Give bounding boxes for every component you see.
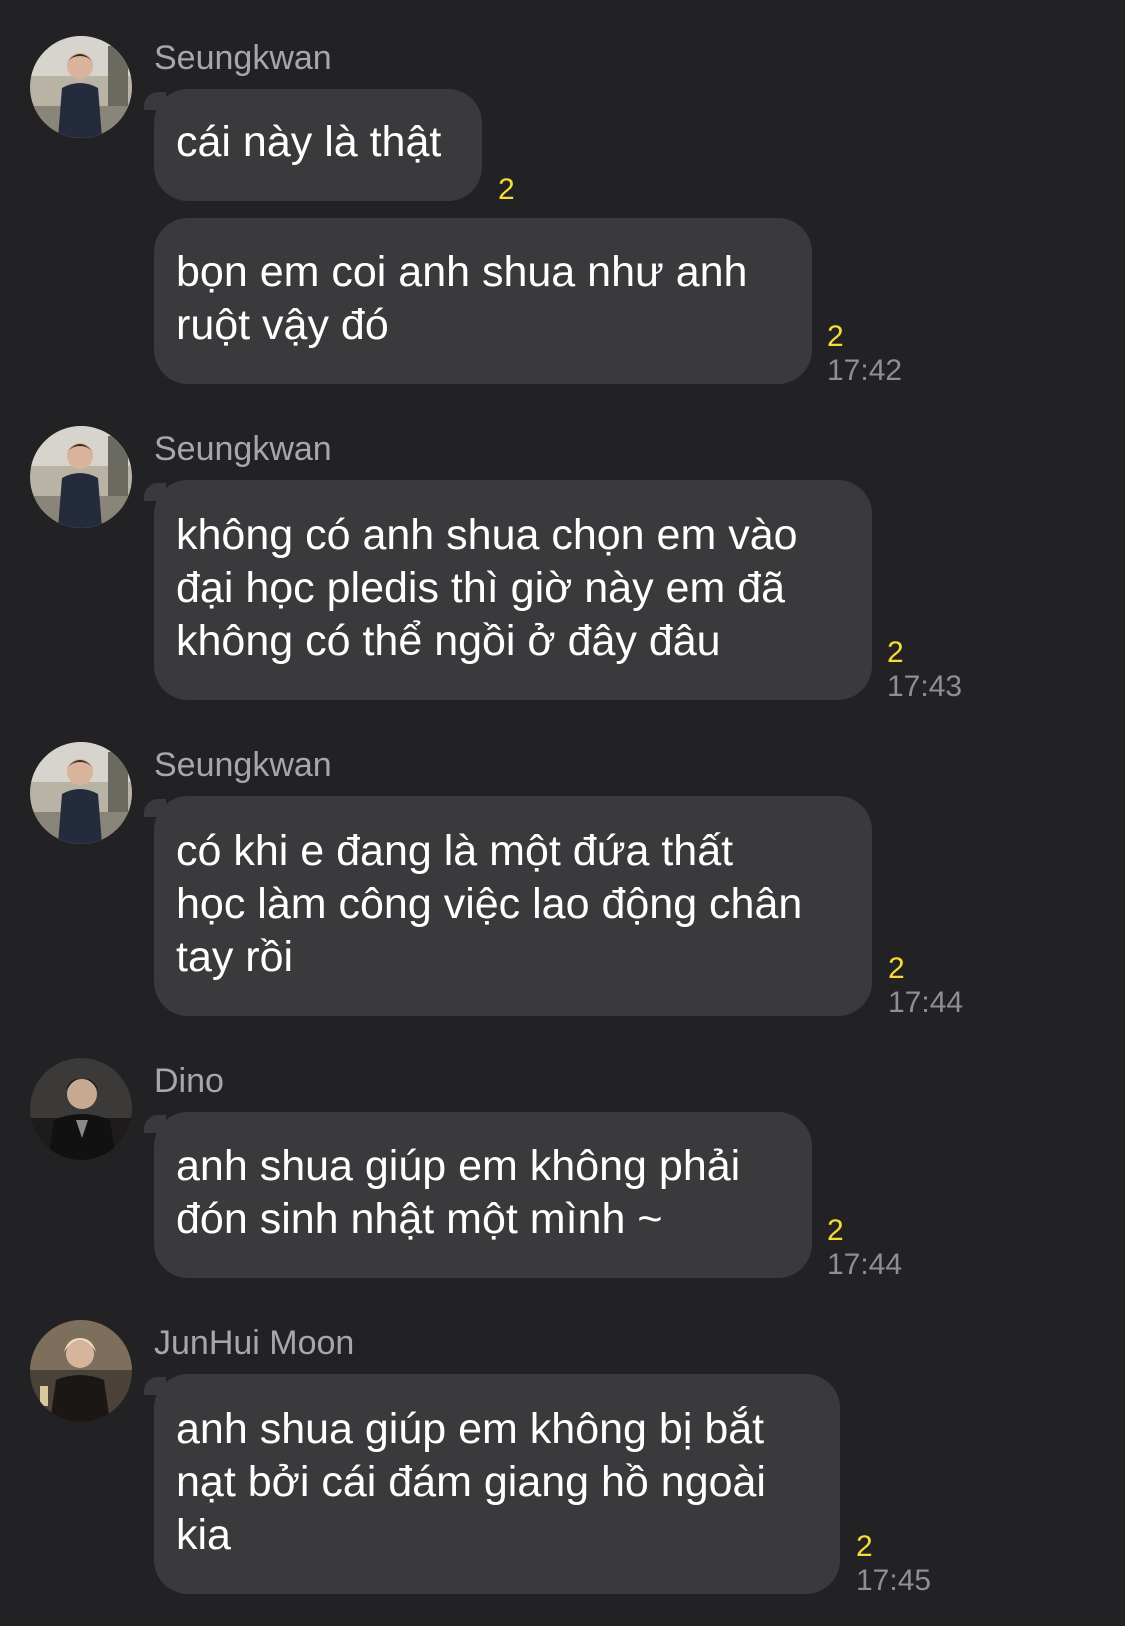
message-meta: 2 17:42	[827, 320, 902, 388]
message-meta: 2 17:43	[887, 636, 962, 704]
message-meta: 2	[498, 173, 515, 207]
message-text: cái này là thật	[176, 118, 442, 166]
message-time: 17:42	[827, 354, 903, 387]
message-bubble[interactable]: bọn em coi anh shua như anh ruột vậy đó	[154, 218, 812, 384]
unread-count: 2	[827, 320, 844, 353]
message-text: có khi e đang là một đứa thất học làm cô…	[176, 827, 803, 981]
avatar-seungkwan[interactable]	[30, 742, 132, 844]
avatar-dino[interactable]	[30, 1058, 132, 1160]
message-meta: 2 17:45	[856, 1530, 931, 1598]
avatar-seungkwan[interactable]	[30, 36, 132, 138]
message-bubble[interactable]: anh shua giúp em không bị bắt nạt bởi cá…	[154, 1374, 840, 1594]
message-bubble[interactable]: không có anh shua chọn em vào đại học pl…	[154, 480, 872, 700]
message-bubble[interactable]: cái này là thật	[154, 89, 482, 201]
unread-count: 2	[887, 636, 904, 669]
message-bubble[interactable]: có khi e đang là một đứa thất học làm cô…	[154, 796, 872, 1016]
message-time: 17:43	[887, 670, 963, 703]
unread-count: 2	[498, 173, 515, 206]
sender-name: Seungkwan	[154, 746, 332, 784]
avatar-seungkwan[interactable]	[30, 426, 132, 528]
message-bubble[interactable]: anh shua giúp em không phải đón sinh nhậ…	[154, 1112, 812, 1278]
message-text: anh shua giúp em không phải đón sinh nhậ…	[176, 1142, 741, 1243]
sender-name: Dino	[154, 1062, 224, 1100]
message-time: 17:44	[827, 1248, 903, 1281]
sender-name: Seungkwan	[154, 430, 332, 468]
unread-count: 2	[888, 952, 905, 985]
unread-count: 2	[827, 1214, 844, 1247]
message-time: 17:45	[856, 1564, 932, 1597]
chat-room: Seungkwan cái này là thật 2 bọn em coi a…	[0, 0, 1125, 1626]
message-text: không có anh shua chọn em vào đại học pl…	[176, 511, 798, 665]
avatar-junhui[interactable]	[30, 1320, 132, 1422]
sender-name: Seungkwan	[154, 39, 332, 77]
message-time: 17:44	[888, 986, 964, 1019]
message-text: bọn em coi anh shua như anh ruột vậy đó	[176, 248, 748, 349]
unread-count: 2	[856, 1530, 873, 1563]
message-meta: 2 17:44	[827, 1214, 902, 1282]
message-text: anh shua giúp em không bị bắt nạt bởi cá…	[176, 1405, 766, 1559]
sender-name: JunHui Moon	[154, 1324, 355, 1362]
message-meta: 2 17:44	[888, 952, 963, 1020]
